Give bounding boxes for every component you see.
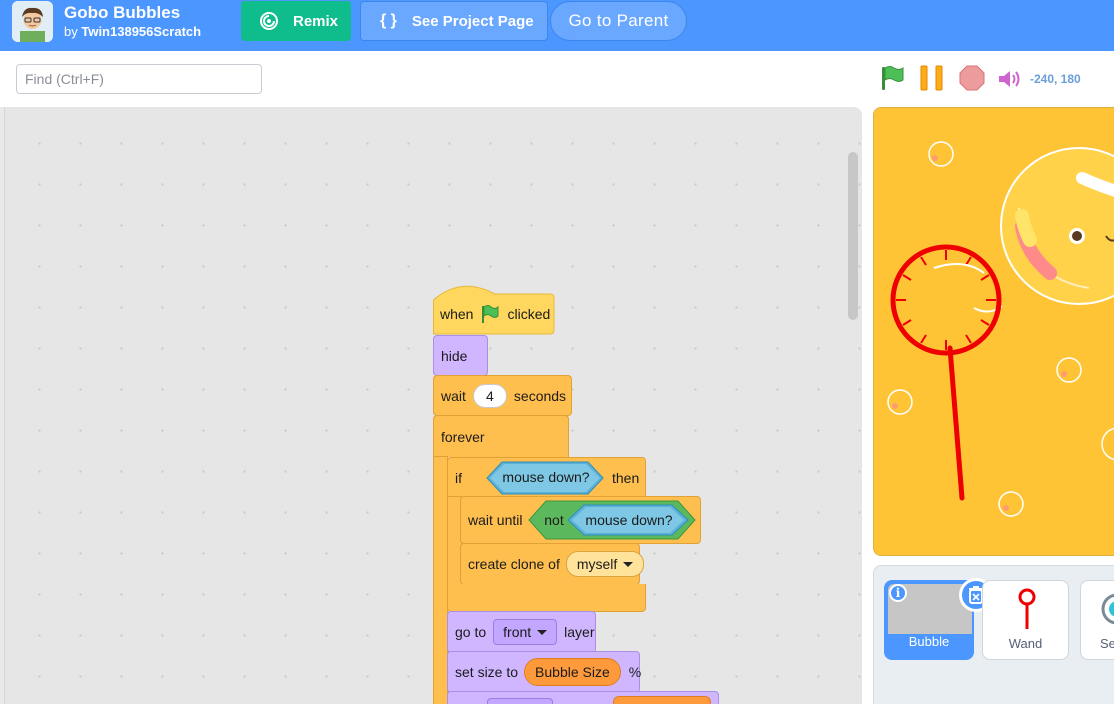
find-input[interactable] — [16, 64, 262, 94]
clone-target-dropdown[interactable]: myself — [565, 551, 645, 577]
sprite-name: Se — [1100, 636, 1114, 651]
pause-icon[interactable] — [918, 64, 946, 92]
author-avatar[interactable] — [12, 1, 53, 42]
author-link[interactable]: Twin138956Scratch — [81, 24, 201, 39]
clone-target-value: myself — [576, 556, 618, 572]
when-flag-clicked-content: when clicked — [433, 294, 550, 334]
project-byline: by Twin138956Scratch — [64, 24, 201, 39]
see-inside-icon: { } — [380, 12, 397, 29]
mouse-coordinates: -240, 180 — [1030, 72, 1081, 86]
wait-label: wait — [441, 387, 466, 404]
when-label: when — [440, 306, 474, 322]
create-clone-label: create clone of — [468, 556, 560, 572]
speaker-icon[interactable] — [997, 68, 1023, 90]
set-size-label: set size to — [455, 664, 519, 680]
green-flag-icon[interactable] — [878, 64, 906, 92]
hide-label: hide — [441, 347, 468, 364]
then-label: then — [612, 469, 640, 486]
see-project-page-button[interactable]: { } See Project Page — [360, 1, 548, 41]
set-size-block[interactable]: set size to Bubble Size % — [447, 651, 642, 693]
wait-seconds-input[interactable]: 4 — [472, 383, 507, 408]
forever-block[interactable]: forever — [433, 415, 569, 457]
layer-label: layer — [564, 624, 595, 640]
not-mouse-down-label: mouse down? — [585, 512, 673, 528]
stage-scene — [887, 141, 1114, 517]
forever-arm — [433, 456, 448, 704]
editor-toolbar — [0, 51, 1114, 107]
see-project-label: See Project Page — [411, 12, 534, 30]
go-to-layer-block[interactable]: go to front layer — [447, 611, 596, 653]
stop-icon[interactable] — [958, 64, 986, 92]
stage[interactable] — [873, 107, 1114, 556]
code-scrollbar[interactable] — [848, 152, 858, 320]
green-flag-icon — [482, 305, 499, 323]
hide-block[interactable]: hide — [433, 335, 488, 376]
bubble-size-variable[interactable]: Bubble Size — [524, 658, 621, 686]
chevron-down-icon — [623, 561, 634, 567]
go-to-label: go to — [455, 624, 487, 640]
go-parent-label: Go to Parent — [568, 11, 669, 30]
project-title[interactable]: Gobo Bubbles — [64, 3, 180, 23]
forever-label: forever — [441, 428, 485, 445]
avatar-image — [12, 1, 53, 42]
sprite-card-bubble[interactable]: i Bubble — [884, 578, 993, 660]
wait-until-label: wait until — [468, 512, 523, 528]
remix-button[interactable]: Remix — [241, 1, 351, 41]
remix-label: Remix — [293, 12, 339, 30]
percent-label: % — [628, 664, 642, 680]
wand-thumbnail — [1018, 588, 1036, 629]
if-label: if — [455, 469, 462, 486]
clicked-label: clicked — [507, 306, 551, 322]
next-block-reporter[interactable] — [613, 696, 711, 704]
sprite-name: Bubble — [908, 634, 950, 649]
sprite-thumbnail-icon — [1101, 593, 1114, 625]
layer-value: front — [503, 624, 532, 640]
chevron-down-icon — [537, 629, 548, 635]
if-end-cap — [447, 584, 646, 612]
seconds-label: seconds — [513, 387, 567, 404]
remix-icon — [260, 12, 278, 30]
by-prefix: by — [64, 24, 78, 39]
sprite-pane: i Bubble Wand Se — [873, 565, 1114, 704]
sprite-card-third[interactable]: Se — [1080, 580, 1114, 660]
create-clone-block[interactable]: create clone of myself — [460, 543, 645, 585]
not-label: not — [544, 512, 564, 528]
wait-seconds-block[interactable]: wait 4 seconds — [433, 375, 572, 416]
go-to-parent-button[interactable]: Go to Parent — [550, 1, 687, 41]
layer-dropdown[interactable]: front — [493, 619, 558, 645]
info-icon[interactable]: i — [889, 584, 907, 602]
next-block-dropdown[interactable] — [487, 698, 553, 704]
sprite-card-wand[interactable]: Wand — [982, 580, 1069, 660]
top-bar: Gobo Bubbles by Twin138956Scratch Remix … — [0, 0, 1114, 51]
sprite-name: Wand — [1008, 636, 1043, 651]
mouse-down-label: mouse down? — [502, 469, 590, 485]
